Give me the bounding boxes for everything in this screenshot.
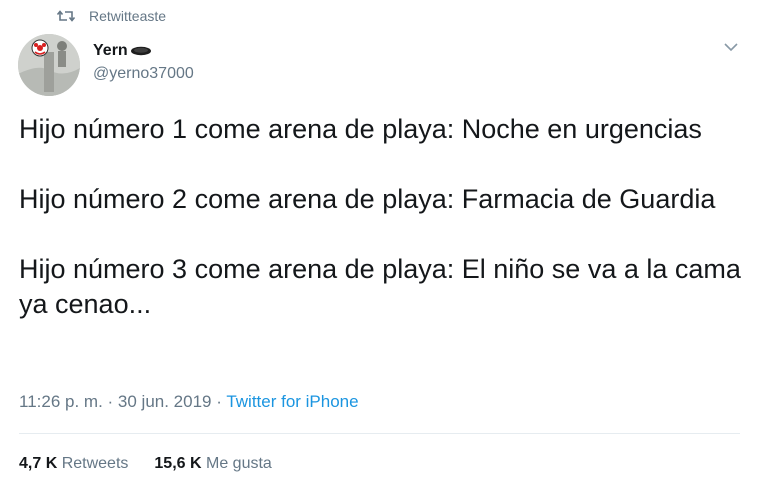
retweets-count: 4,7 K [19, 455, 58, 472]
display-name[interactable]: Yern [93, 41, 194, 61]
tweet-stats: 4,7 K Retweets 15,6 K Me gusta [19, 455, 298, 473]
tweet-date[interactable]: 30 jun. 2019 [118, 392, 212, 411]
retweet-context: Retwitteaste [57, 6, 166, 26]
tweet-source-link[interactable]: Twitter for iPhone [226, 392, 358, 411]
likes-label: Me gusta [206, 455, 272, 472]
tweet-paragraph: Hijo número 2 come arena de playa: Farma… [19, 184, 716, 214]
author-block[interactable]: Yern @yerno37000 [93, 41, 194, 83]
meta-separator: · [211, 392, 227, 411]
retweets-label: Retweets [61, 455, 129, 472]
tweet-paragraph: Hijo número 1 come arena de playa: Noche… [19, 114, 702, 144]
avatar[interactable] [18, 34, 80, 96]
manhole-emoji [130, 46, 151, 56]
retweet-label: Retwitteaste [89, 8, 167, 24]
chevron-down-icon[interactable] [722, 40, 740, 54]
meta-separator: · [102, 392, 118, 411]
tweet-paragraph: Hijo número 3 come arena de playa: El ni… [19, 254, 741, 319]
retweet-icon [57, 10, 75, 22]
tweet-time[interactable]: 11:26 p. m. [19, 392, 103, 411]
author-name: Yern [93, 42, 128, 59]
tweet-metadata: 11:26 p. m. · 30 jun. 2019 · Twitter for… [19, 392, 359, 412]
likes-stat[interactable]: 15,6 K Me gusta [154, 455, 271, 473]
divider [19, 433, 740, 434]
avatar-image [18, 34, 80, 96]
retweets-stat[interactable]: 4,7 K Retweets [19, 455, 128, 473]
author-handle: @yerno37000 [93, 65, 194, 82]
tweet-text: Hijo número 1 come arena de playa: Noche… [19, 112, 747, 322]
likes-count: 15,6 K [154, 455, 202, 472]
